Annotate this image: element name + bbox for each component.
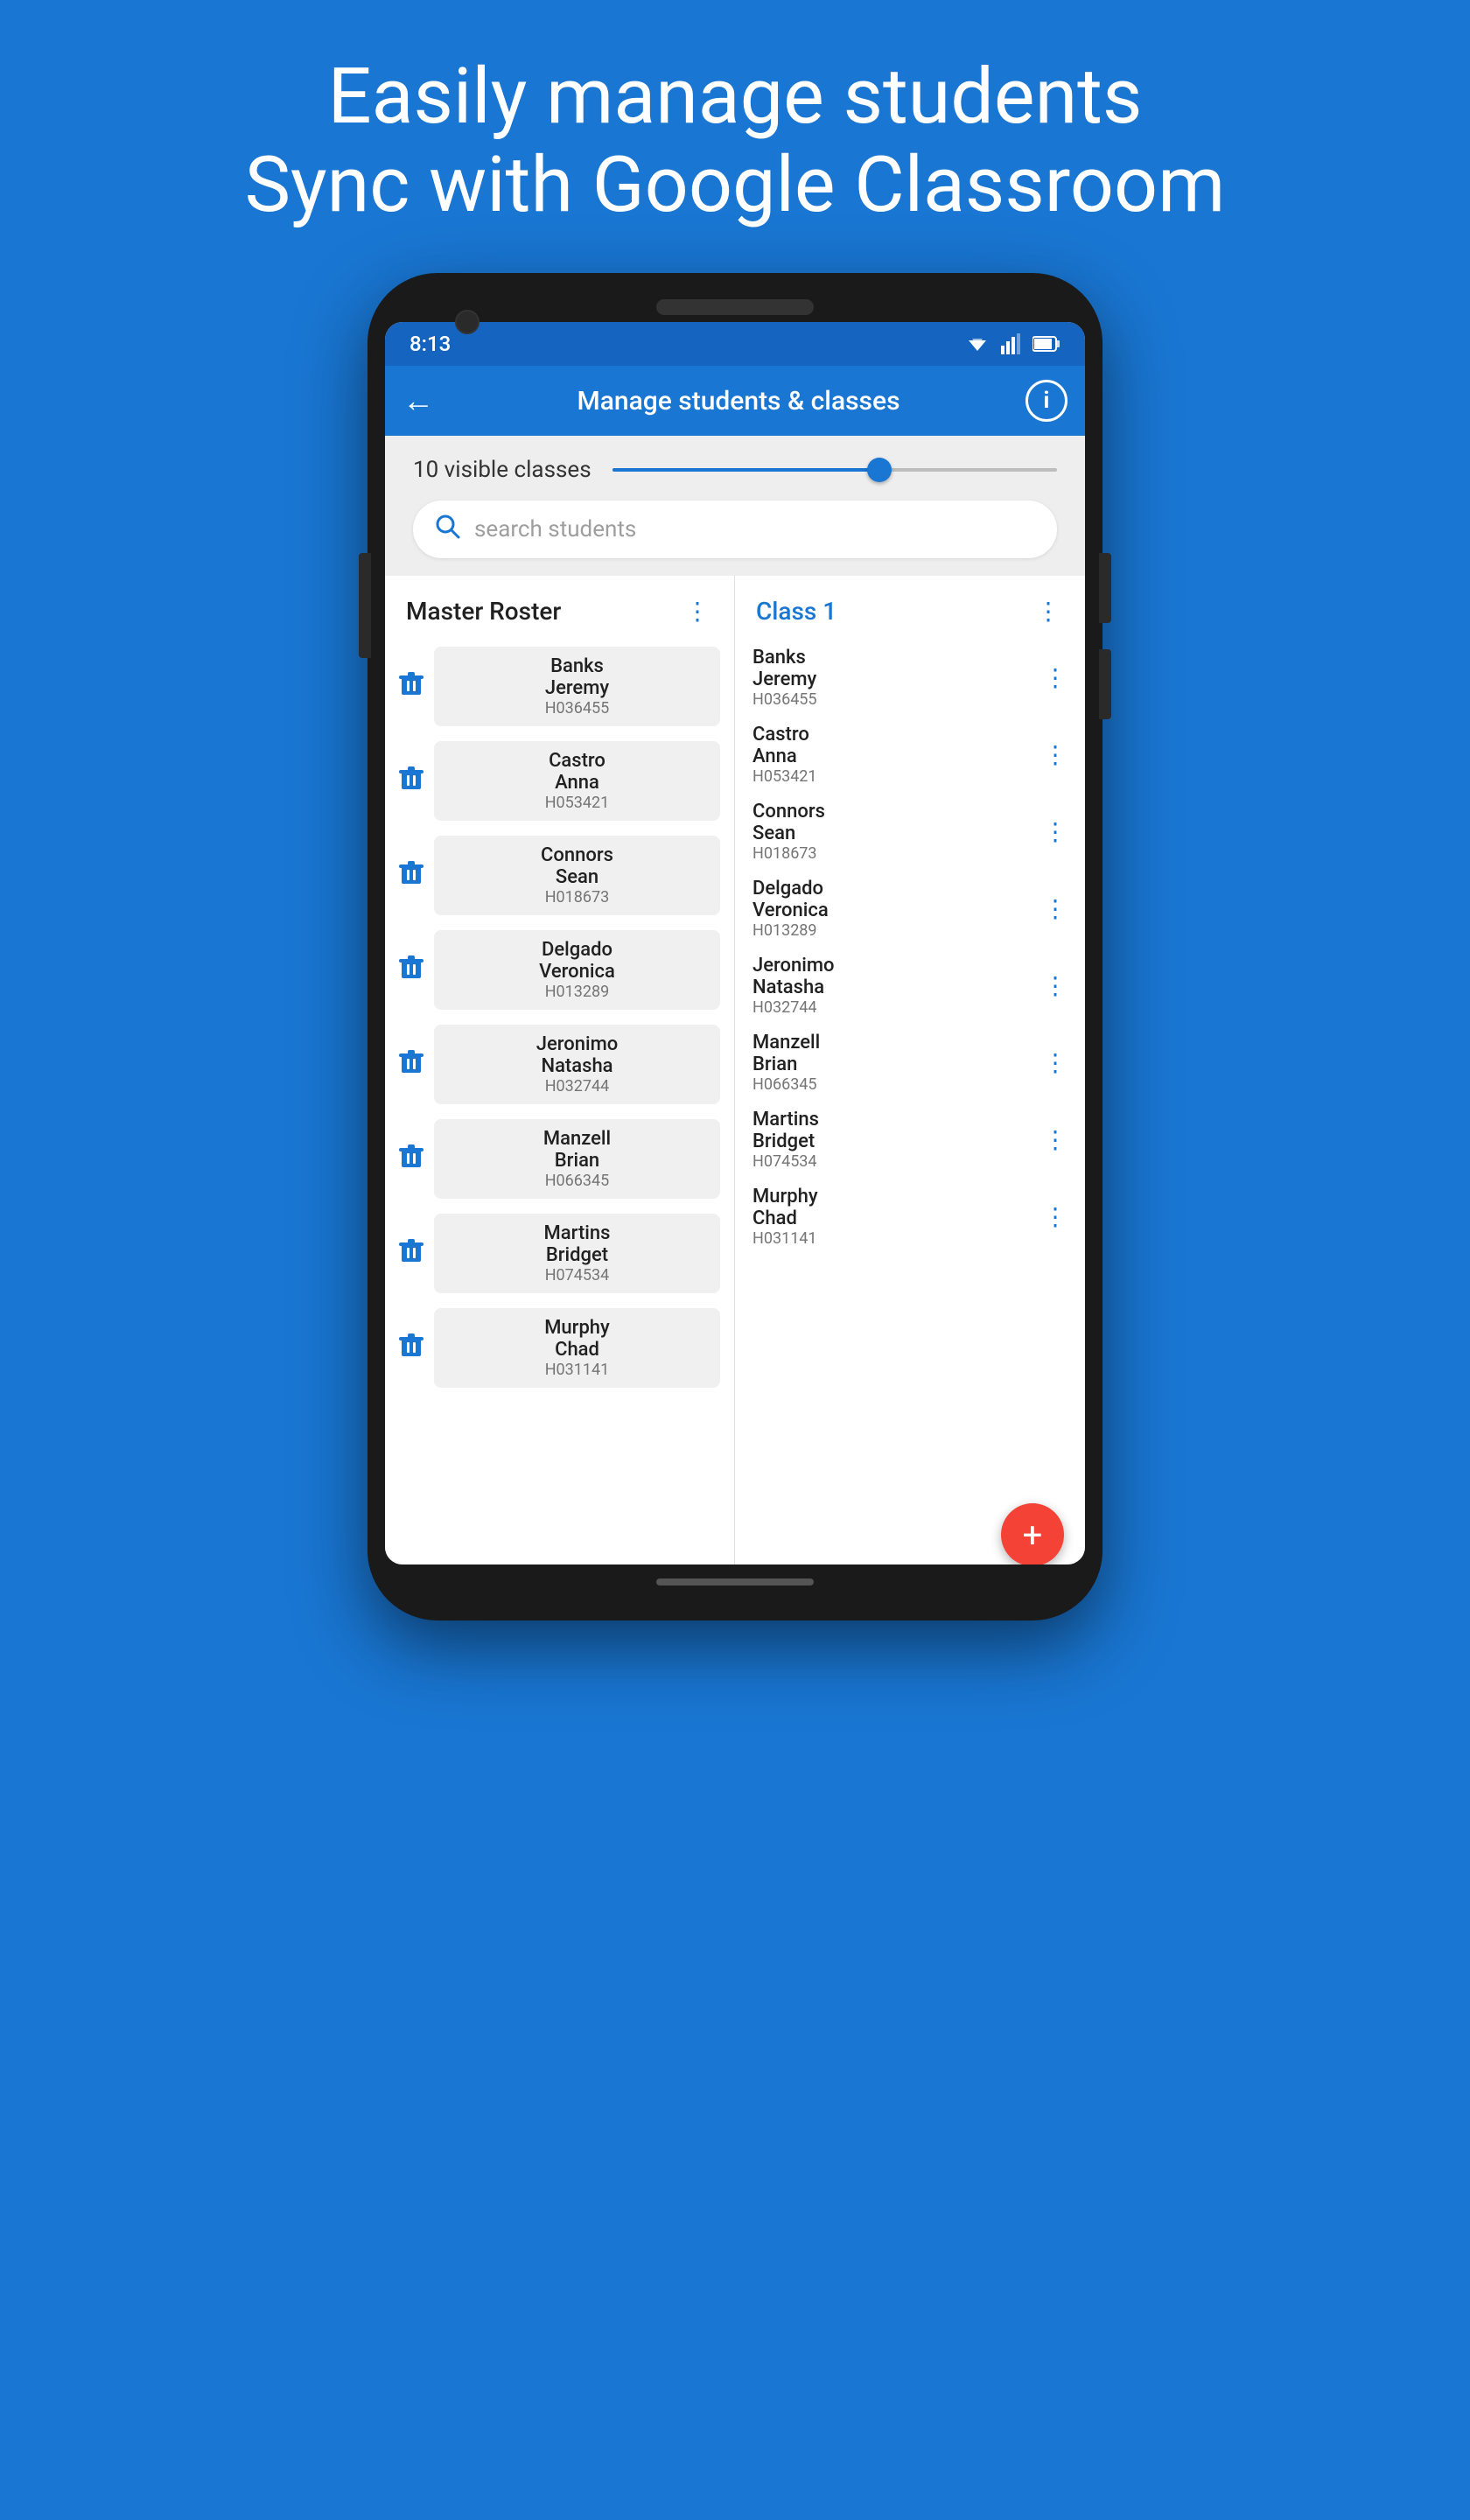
battery-icon [1032, 334, 1060, 354]
camera [455, 310, 480, 334]
visible-classes-row: 10 visible classes [413, 457, 1057, 483]
power-button [1099, 553, 1111, 623]
status-bar: 8:13 [385, 322, 1085, 366]
class-student-7-more-icon[interactable]: ⋮ [1036, 1122, 1074, 1158]
hero-line1: Easily manage students [328, 52, 1143, 142]
phone-screen: 8:13 [385, 322, 1085, 1564]
class-student-8: Murphy Chad H031141 ⋮ [735, 1179, 1085, 1256]
delete-student-3-icon[interactable] [399, 859, 424, 892]
delete-student-1-icon[interactable] [399, 670, 424, 704]
search-icon [434, 513, 460, 546]
class-list-title: Class 1 [756, 597, 836, 626]
class-student-6-more-icon[interactable]: ⋮ [1036, 1045, 1074, 1081]
speaker [656, 299, 814, 315]
wifi-icon [964, 333, 990, 354]
student-card-1: Banks Jeremy H036455 [434, 647, 720, 726]
master-roster-title: Master Roster [406, 597, 561, 626]
time-display: 8:13 [410, 332, 451, 356]
master-roster-student-7: Martins Bridget H074534 [385, 1207, 734, 1301]
hero-section: Easily manage students Sync with Google … [245, 52, 1226, 229]
student-card-5: Jeronimo Natasha H032744 [434, 1025, 720, 1104]
class-student-1: Banks Jeremy H036455 ⋮ [735, 640, 1085, 717]
delete-student-7-icon[interactable] [399, 1237, 424, 1270]
add-student-fab[interactable]: + [1001, 1503, 1064, 1564]
power-button-2 [1099, 649, 1111, 719]
student-card-4: Delgado Veronica H013289 [434, 930, 720, 1010]
class-list-more-icon[interactable]: ⋮ [1029, 593, 1068, 629]
class-list-panel: Class 1 ⋮ Banks Jeremy H036455 ⋮ Castro … [735, 576, 1085, 1564]
master-roster-student-8: Murphy Chad H031141 [385, 1301, 734, 1396]
student-card-2: Castro Anna H053421 [434, 741, 720, 821]
master-roster-more-icon[interactable]: ⋮ [678, 593, 717, 629]
slider-thumb [867, 458, 892, 482]
master-roster-student-4: Delgado Veronica H013289 [385, 923, 734, 1018]
class-student-1-more-icon[interactable]: ⋮ [1036, 660, 1074, 696]
info-button[interactable]: i [1026, 380, 1068, 422]
class-student-8-more-icon[interactable]: ⋮ [1036, 1199, 1074, 1235]
delete-student-2-icon[interactable] [399, 765, 424, 798]
student-card-7: Martins Bridget H074534 [434, 1214, 720, 1293]
search-placeholder: search students [474, 516, 636, 542]
home-indicator [656, 1578, 814, 1586]
delete-student-5-icon[interactable] [399, 1048, 424, 1082]
student-card-8: Murphy Chad H031141 [434, 1308, 720, 1388]
class-student-2-more-icon[interactable]: ⋮ [1036, 737, 1074, 773]
master-roster-student-5: Jeronimo Natasha H032744 [385, 1018, 734, 1112]
master-roster-panel: Master Roster ⋮ [385, 576, 735, 1564]
volume-button [359, 553, 371, 658]
controls-area: 10 visible classes search students [385, 436, 1085, 576]
class-student-3-more-icon[interactable]: ⋮ [1036, 814, 1074, 850]
delete-student-4-icon[interactable] [399, 954, 424, 987]
class-count-slider[interactable] [612, 468, 1057, 472]
master-roster-student-2: Castro Anna H053421 [385, 734, 734, 829]
class-student-3: Connors Sean H018673 ⋮ [735, 794, 1085, 871]
visible-classes-label: 10 visible classes [413, 457, 592, 483]
delete-student-6-icon[interactable] [399, 1143, 424, 1176]
student-card-3: Connors Sean H018673 [434, 836, 720, 915]
master-roster-student-3: Connors Sean H018673 [385, 829, 734, 923]
app-bar: ← Manage students & classes i [385, 366, 1085, 436]
status-icons [964, 333, 1060, 354]
class-list-header: Class 1 ⋮ [735, 576, 1085, 640]
delete-student-8-icon[interactable] [399, 1332, 424, 1365]
lists-container: Master Roster ⋮ [385, 576, 1085, 1564]
class-student-5-more-icon[interactable]: ⋮ [1036, 968, 1074, 1004]
class-student-6: Manzell Brian H066345 ⋮ [735, 1025, 1085, 1102]
phone-top [385, 299, 1085, 315]
master-roster-student-6: Manzell Brian H066345 [385, 1112, 734, 1207]
home-bar-area [385, 1578, 1085, 1586]
class-student-2: Castro Anna H053421 ⋮ [735, 717, 1085, 794]
class-student-5: Jeronimo Natasha H032744 ⋮ [735, 948, 1085, 1025]
app-bar-title: Manage students & classes [452, 386, 1026, 416]
back-button[interactable]: ← [402, 382, 434, 419]
slider-fill [612, 468, 879, 472]
student-card-6: Manzell Brian H066345 [434, 1119, 720, 1199]
phone-shell: 8:13 [368, 273, 1102, 1620]
hero-line2: Sync with Google Classroom [245, 140, 1226, 230]
signal-icon [1001, 333, 1022, 354]
search-box[interactable]: search students [413, 500, 1057, 558]
class-student-4: Delgado Veronica H013289 ⋮ [735, 871, 1085, 948]
master-roster-student-1: Banks Jeremy H036455 [385, 640, 734, 734]
master-roster-header: Master Roster ⋮ [385, 576, 734, 640]
class-student-4-more-icon[interactable]: ⋮ [1036, 891, 1074, 927]
class-student-7: Martins Bridget H074534 ⋮ [735, 1102, 1085, 1179]
